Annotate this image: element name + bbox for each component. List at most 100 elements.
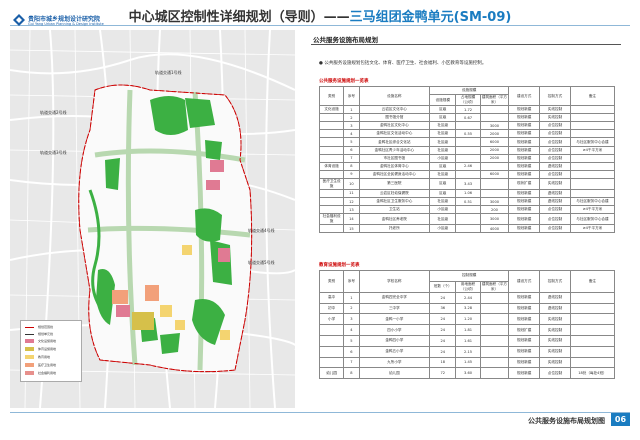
- table-cell: ≥4千平方米: [569, 205, 616, 215]
- table-cell: [479, 313, 510, 326]
- table-cell: 与社区服务中心合建: [569, 213, 616, 226]
- legend-swatch: [25, 347, 34, 351]
- table-row: 医疗卫生设施 10 第三医院 区级 3.43 现状扩建 实线控制: [318, 177, 616, 190]
- table-cell: 社区级: [429, 169, 457, 179]
- legend-label: 文化设施用地: [38, 339, 57, 343]
- table-cell: 规划新建: [508, 145, 541, 155]
- table-cell: ≥4千平方米: [569, 224, 616, 234]
- table-cell: [569, 113, 616, 123]
- table-cell: [569, 188, 616, 199]
- section-divider: [311, 44, 621, 45]
- table-cell: 规划新建: [508, 153, 541, 163]
- table-cell: 与社区服务中心合建: [569, 197, 616, 207]
- table-cell: 1: [343, 105, 360, 115]
- table-row: 5 金鸭社区综合文化站 社区级 6000 规划新建 点位控制 与社区服务中心合建: [318, 137, 616, 147]
- table-header: 建设方式: [508, 270, 541, 293]
- table-cell: [569, 345, 616, 358]
- map-title: 公共服务设施布局规划图: [528, 417, 605, 425]
- table-cell: 社区级: [429, 213, 457, 226]
- table-cell: 24: [429, 334, 457, 347]
- table-cell: 6: [343, 345, 360, 358]
- table-cell: 社区级: [429, 137, 457, 147]
- section-title: 公共服务设施布局规划: [313, 36, 378, 44]
- legend-label: 医疗卫生用地: [38, 363, 57, 367]
- table-cell: [318, 356, 345, 369]
- table-cell: [569, 324, 616, 336]
- table-cell: 10: [343, 177, 360, 190]
- facility-tables-panel: 公共服务设施布局规划 ● 公共服务设施规划包括文化、体育、医疗卫生、社会福利、小…: [303, 30, 630, 408]
- table2-title: 教育设施规划一览表: [319, 263, 360, 268]
- table-cell: 点位控制: [539, 121, 571, 131]
- table-row: 7 九所小学 18 1.45 规划新建 实线控制: [318, 356, 616, 369]
- table-row: 社会福利设施 14 金鸭社区养老院 社区级 3000 规划新建 点位控制 与社区服务中心合建: [318, 213, 616, 226]
- table-cell: 金鸭五小学: [358, 345, 431, 358]
- table-cell: 36: [429, 302, 457, 315]
- land-use-map[interactable]: 轨道交通1号线 轨道交通2号线 轨道交通3号线 轨道交通4号线 轨道交通5号线 …: [10, 30, 295, 408]
- table-cell: 200: [479, 205, 510, 215]
- facility-table-body: 文化设施 1 云岩区文化中心 区级 1.72 规划新建 实线控制 2 图书馆分馆 区级 0.67 规划…: [318, 105, 616, 234]
- table-cell: 区级: [429, 105, 457, 115]
- table-cell: [318, 153, 345, 163]
- table-cell: 医疗卫生设施: [318, 177, 345, 190]
- table-cell: 1.06: [455, 188, 481, 199]
- table-cell: [569, 334, 616, 347]
- table-cell: 1.81: [455, 324, 481, 336]
- table-cell: [569, 356, 616, 369]
- table-row: 7 市社区图书馆 小区级 2000 规划新建 点位控制: [318, 153, 616, 163]
- table-header: 设施名称: [358, 85, 431, 107]
- table-cell: ≥4千平方米: [569, 145, 616, 155]
- table-cell: 3000: [479, 213, 510, 226]
- table-cell: 规划扩建: [508, 324, 541, 336]
- table-cell: 24: [429, 324, 457, 336]
- table-cell: 点位控制: [539, 224, 571, 234]
- legend-label: 教育用地: [38, 355, 51, 359]
- table-cell: 点位控制: [539, 213, 571, 226]
- table-cell: 实线控制: [539, 105, 571, 115]
- table-cell: 云岩区妇幼保健院: [358, 188, 431, 199]
- table-cell: 5: [343, 334, 360, 347]
- table-cell: [479, 177, 510, 190]
- table-cell: 规划新建: [508, 188, 541, 199]
- table-cell: 5: [343, 137, 360, 147]
- table-cell: 实线控制: [539, 313, 571, 326]
- table-cell: 规划新建: [508, 169, 541, 179]
- table-cell: [455, 153, 481, 163]
- legend-swatch: [25, 355, 34, 359]
- table-cell: 2000: [479, 153, 510, 163]
- table-cell: 金鸭社区体育中心: [358, 161, 431, 171]
- table-cell: [479, 291, 510, 304]
- table-cell: 8: [343, 161, 360, 171]
- table-cell: 金鸭社区全民健身活动中心: [358, 169, 431, 179]
- table-cell: 24: [429, 345, 457, 358]
- table-cell: [479, 188, 510, 199]
- table-cell: 2.15: [455, 345, 481, 358]
- table-cell: 2000: [479, 129, 510, 139]
- table-row: 13 卫生站 小区级 200 规划新建 点位控制 ≥4千平方米: [318, 205, 616, 215]
- table-cell: 幼儿园: [318, 367, 345, 380]
- table-cell: 3.60: [455, 367, 481, 380]
- table-cell: 实线控制: [539, 345, 571, 358]
- table-cell: 金鸭社区文化活动中心: [358, 129, 431, 139]
- rail-line-label: 轨道交通3号线: [40, 150, 67, 155]
- table-header: 控制方式: [539, 270, 571, 293]
- table-cell: 三中学: [358, 302, 431, 315]
- table-cell: 18: [429, 356, 457, 369]
- rail-line-label: 轨道交通5号线: [248, 260, 275, 265]
- table-cell: 虚线控制: [539, 188, 571, 199]
- table-cell: 四小小学: [358, 324, 431, 336]
- education-table: 类别 序号 学校名称 控制规模 建设方式 控制方式 备注 班数（个） 用地面积（…: [318, 270, 616, 380]
- table-cell: 实线控制: [539, 356, 571, 369]
- table-cell: 点位控制: [539, 137, 571, 147]
- table-cell: 幼儿园: [358, 367, 431, 380]
- table-cell: 金鸭社区卫生服务中心: [358, 197, 431, 207]
- table-cell: 6000: [479, 169, 510, 179]
- rail-line-label: 轨道交通4号线: [248, 228, 275, 233]
- table-cell: 云岩区文化中心: [358, 105, 431, 115]
- table-cell: [455, 224, 481, 234]
- table-cell: 卫生站: [358, 205, 431, 215]
- table-cell: 点位控制: [539, 205, 571, 215]
- table-cell: 2.46: [455, 161, 481, 171]
- table-cell: [318, 345, 345, 358]
- table-cell: 点位控制: [539, 129, 571, 139]
- table-cell: 3.43: [455, 177, 481, 190]
